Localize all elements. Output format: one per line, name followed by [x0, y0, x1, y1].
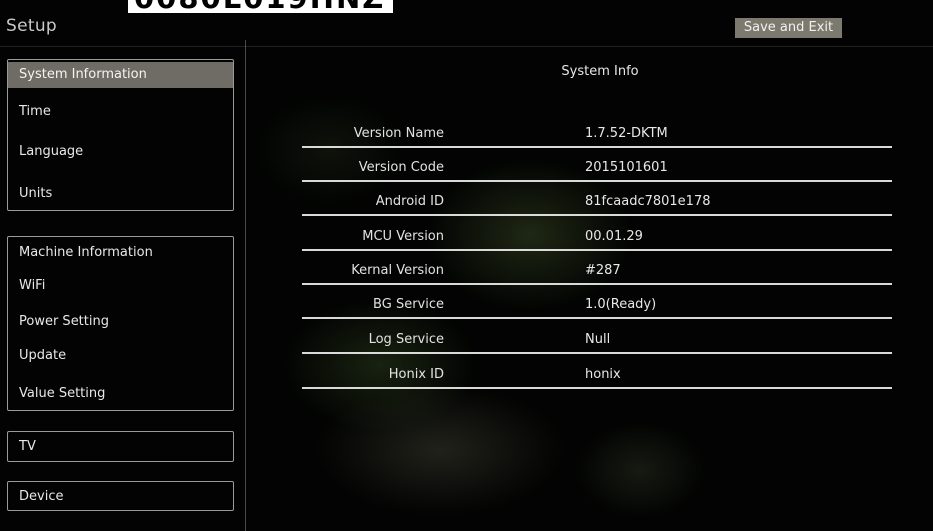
menu-group-machine: Machine Information WiFi Power Setting U… [7, 236, 234, 411]
info-row-log-service: Log Service Null [302, 327, 892, 361]
app-title: Setup [6, 16, 57, 36]
sidebar-divider [245, 40, 246, 531]
menu-item-device[interactable]: Device [8, 485, 233, 509]
info-label: Kernal Version [351, 263, 444, 278]
row-divider [302, 249, 892, 251]
info-row-version-code: Version Code 2015101601 [302, 155, 892, 189]
info-row-bg-service: BG Service 1.0(Ready) [302, 292, 892, 326]
info-label: MCU Version [362, 229, 444, 244]
info-row-mcu-version: MCU Version 00.01.29 [302, 224, 892, 258]
row-divider [302, 146, 892, 148]
row-divider [302, 214, 892, 216]
info-label: Honix ID [388, 367, 444, 382]
info-value: honix [585, 367, 621, 382]
panel-title: System Info [561, 64, 639, 79]
row-divider [302, 317, 892, 319]
info-value: 1.0(Ready) [585, 297, 657, 312]
info-row-honix-id: Honix ID honix [302, 362, 892, 396]
menu-item-power-setting[interactable]: Power Setting [8, 310, 233, 334]
info-row-version-name: Version Name 1.7.52-DKTM [302, 121, 892, 155]
menu-item-value-setting[interactable]: Value Setting [8, 382, 233, 406]
info-value: 1.7.52-DKTM [585, 126, 668, 141]
info-value: Null [585, 332, 611, 347]
menu-item-units[interactable]: Units [8, 182, 233, 206]
info-label: BG Service [373, 297, 444, 312]
menu-group-device: Device [7, 481, 234, 511]
overlay-text: 0080L019HNZ [128, 0, 394, 13]
row-divider [302, 352, 892, 354]
menu-item-machine-information[interactable]: Machine Information [8, 241, 233, 265]
row-divider [302, 180, 892, 182]
menu-item-language[interactable]: Language [8, 140, 233, 164]
menu-item-time[interactable]: Time [8, 100, 233, 124]
menu-item-update[interactable]: Update [8, 344, 233, 368]
info-value: 00.01.29 [585, 229, 643, 244]
menu-group-general: System Information Time Language Units [7, 59, 234, 211]
save-and-exit-button[interactable]: Save and Exit [735, 18, 842, 38]
menu-item-wifi[interactable]: WiFi [8, 274, 233, 298]
menu-item-system-information[interactable]: System Information [8, 62, 233, 88]
header-divider [0, 46, 933, 47]
info-label: Log Service [368, 332, 444, 347]
setup-screen: 0080L019HNZ Setup Save and Exit System I… [0, 0, 933, 531]
menu-group-tv: TV [7, 431, 234, 462]
info-row-android-id: Android ID 81fcaadc7801e178 [302, 189, 892, 223]
info-row-kernal-version: Kernal Version #287 [302, 258, 892, 292]
info-label: Android ID [375, 194, 444, 209]
info-label: Version Code [358, 160, 444, 175]
info-value: #287 [585, 263, 621, 278]
info-value: 2015101601 [585, 160, 668, 175]
info-value: 81fcaadc7801e178 [585, 194, 711, 209]
row-divider [302, 387, 892, 389]
info-label: Version Name [353, 126, 444, 141]
menu-item-tv[interactable]: TV [8, 435, 233, 459]
row-divider [302, 283, 892, 285]
